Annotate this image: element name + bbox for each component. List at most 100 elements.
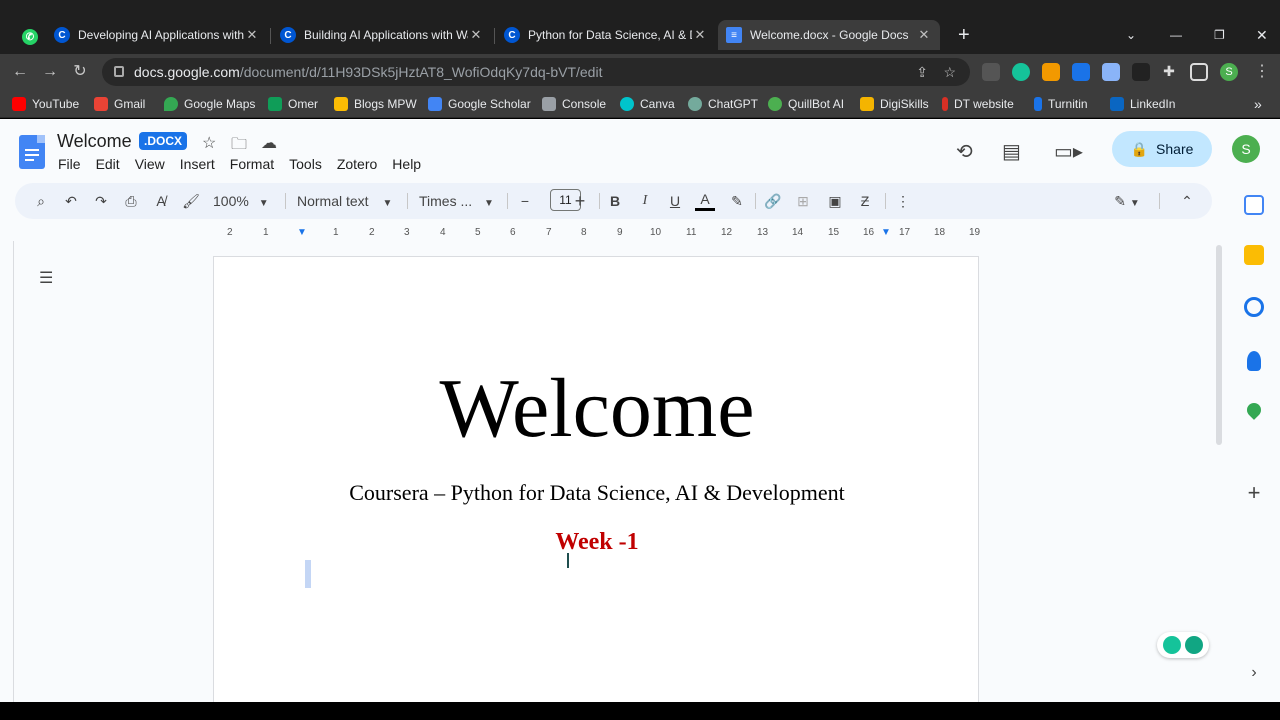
- highlight-color-icon[interactable]: ✎: [727, 191, 747, 211]
- side-panel-icon[interactable]: [1190, 63, 1208, 81]
- bookmark-youtube[interactable]: YouTube: [12, 96, 79, 112]
- cloud-saved-icon[interactable]: ☁: [261, 133, 277, 153]
- grammarly-g-icon[interactable]: [1185, 636, 1203, 654]
- style-select[interactable]: Normal text ▼: [297, 191, 397, 211]
- decrease-font-size-icon[interactable]: −: [515, 191, 535, 211]
- meet-video-icon[interactable]: ▭▸: [1054, 139, 1083, 164]
- vertical-ruler[interactable]: [0, 241, 14, 702]
- back-arrow-icon[interactable]: ←: [10, 62, 30, 82]
- more-options-icon[interactable]: ⋮: [893, 191, 913, 211]
- tab-python-data-science[interactable]: C Python for Data Science, AI & De ✕: [496, 20, 716, 50]
- more-bookmarks-icon[interactable]: »: [1254, 96, 1262, 112]
- contacts-icon[interactable]: [1247, 351, 1261, 371]
- address-bar[interactable]: docs.google.com/document/d/11H93DSk5jHzt…: [102, 58, 970, 86]
- restore-icon[interactable]: ❐: [1206, 20, 1230, 50]
- bookmark-chatgpt[interactable]: ChatGPT: [688, 96, 758, 112]
- right-indent-marker-icon[interactable]: ▼: [881, 227, 891, 238]
- italic-icon[interactable]: I: [635, 191, 655, 211]
- tasks-icon[interactable]: [1244, 297, 1264, 317]
- bookmark-blogs-mpw[interactable]: Blogs MPW: [334, 96, 417, 112]
- forward-arrow-icon[interactable]: →: [40, 62, 60, 82]
- profile-avatar[interactable]: S: [1220, 63, 1238, 81]
- indent-marker-icon[interactable]: ▼: [297, 227, 307, 238]
- spellcheck-icon[interactable]: A̸: [151, 191, 171, 211]
- extension-check-icon[interactable]: [1072, 63, 1090, 81]
- menu-insert[interactable]: Insert: [180, 156, 215, 172]
- editing-mode-icon[interactable]: ✎ ▼: [1109, 191, 1145, 211]
- extension-doc-icon[interactable]: [1102, 63, 1120, 81]
- tab-developing-ai[interactable]: C Developing AI Applications with ✕: [46, 20, 268, 50]
- bookmark-star-icon[interactable]: ☆: [943, 58, 956, 86]
- bookmark-digiskills[interactable]: DigiSkills: [860, 96, 929, 112]
- new-tab-button[interactable]: +: [950, 20, 974, 50]
- close-icon[interactable]: ✕: [916, 27, 932, 43]
- bookmark-quillbot[interactable]: QuillBot AI: [768, 96, 844, 112]
- clear-formatting-icon[interactable]: Ƶ: [855, 191, 875, 211]
- star-icon[interactable]: ☆: [202, 133, 216, 153]
- redo-icon[interactable]: ↷: [91, 191, 111, 211]
- document-title[interactable]: Welcome: [57, 131, 132, 152]
- collapse-chevron-up-icon[interactable]: ⌃: [1177, 191, 1197, 211]
- minimize-icon[interactable]: —: [1162, 20, 1186, 50]
- account-avatar[interactable]: S: [1232, 135, 1260, 163]
- close-icon[interactable]: ✕: [468, 27, 484, 43]
- extensions-puzzle-icon[interactable]: ✚: [1160, 63, 1178, 81]
- extension-dark-icon[interactable]: [1132, 63, 1150, 81]
- extension-w-icon[interactable]: [982, 63, 1000, 81]
- close-icon[interactable]: ✕: [244, 27, 260, 43]
- tab-building-ai[interactable]: C Building AI Applications with Wa ✕: [272, 20, 492, 50]
- chrome-menu-icon[interactable]: ⋮: [1252, 62, 1272, 82]
- print-icon[interactable]: ⎙: [121, 191, 141, 211]
- tab-search-icon[interactable]: ⌄: [1118, 20, 1142, 50]
- grammarly-widget[interactable]: [1157, 632, 1209, 658]
- whatsapp-pinned-tab[interactable]: ✆: [14, 22, 40, 52]
- text-color-icon[interactable]: A: [695, 191, 715, 211]
- font-select[interactable]: Times ... ▼: [419, 191, 499, 211]
- paint-format-icon[interactable]: 🖌: [181, 191, 201, 211]
- add-comment-icon[interactable]: ⊞: [793, 191, 813, 211]
- tab-welcome-docs[interactable]: ≡ Welcome.docx - Google Docs ✕: [718, 20, 940, 50]
- menu-view[interactable]: View: [135, 156, 165, 172]
- bookmark-console[interactable]: Console: [542, 96, 606, 112]
- bookmark-turnitin[interactable]: Turnitin: [1034, 96, 1088, 112]
- menu-tools[interactable]: Tools: [289, 156, 322, 172]
- menu-help[interactable]: Help: [392, 156, 421, 172]
- bold-icon[interactable]: B: [605, 191, 625, 211]
- keep-icon[interactable]: [1244, 245, 1264, 265]
- bookmark-dt-website[interactable]: DT website: [942, 96, 1014, 112]
- show-side-panel-chevron-icon[interactable]: ›: [1244, 663, 1264, 683]
- close-icon[interactable]: ✕: [692, 27, 708, 43]
- bookmark-gmail[interactable]: Gmail: [94, 96, 145, 112]
- share-page-icon[interactable]: ⇪: [916, 58, 928, 86]
- menu-edit[interactable]: Edit: [96, 156, 120, 172]
- extension-orange-icon[interactable]: [1042, 63, 1060, 81]
- bookmark-google-maps[interactable]: Google Maps: [164, 96, 255, 112]
- increase-font-size-icon[interactable]: +: [570, 191, 590, 211]
- share-button[interactable]: 🔒 Share: [1112, 131, 1212, 167]
- underline-icon[interactable]: U: [665, 191, 685, 211]
- document-page[interactable]: Welcome Coursera – Python for Data Scien…: [213, 256, 979, 716]
- document-outline-icon[interactable]: ☰: [39, 268, 53, 288]
- maps-icon[interactable]: [1244, 400, 1264, 420]
- reload-icon[interactable]: ↻: [70, 62, 90, 82]
- bookmark-canva[interactable]: Canva: [620, 96, 675, 112]
- horizontal-ruler[interactable]: 2 1 ▼ 1 2 3 4 5 6 7 8 9 10 11 12 13 14 1…: [213, 227, 980, 241]
- window-close-icon[interactable]: ✕: [1248, 20, 1272, 50]
- zoom-select[interactable]: 100% ▼: [213, 191, 275, 211]
- bookmark-google-scholar[interactable]: Google Scholar: [428, 96, 531, 112]
- get-add-ons-icon[interactable]: +: [1244, 482, 1264, 504]
- undo-icon[interactable]: ↶: [61, 191, 81, 211]
- search-menus-icon[interactable]: ⌕: [31, 191, 51, 211]
- menu-zotero[interactable]: Zotero: [337, 156, 377, 172]
- bookmark-linkedin[interactable]: LinkedIn: [1110, 96, 1175, 112]
- insert-link-icon[interactable]: 🔗: [763, 191, 783, 211]
- bookmark-omer[interactable]: Omer: [268, 96, 318, 112]
- docs-logo-icon[interactable]: [19, 135, 45, 169]
- insert-image-icon[interactable]: ▣: [825, 191, 845, 211]
- calendar-icon[interactable]: [1244, 195, 1264, 215]
- vertical-scrollbar[interactable]: [1216, 245, 1222, 445]
- version-history-icon[interactable]: ⟲: [956, 139, 973, 164]
- grammarly-suggestion-icon[interactable]: [1163, 636, 1181, 654]
- menu-file[interactable]: File: [58, 156, 81, 172]
- comments-icon[interactable]: ▤: [1002, 139, 1021, 164]
